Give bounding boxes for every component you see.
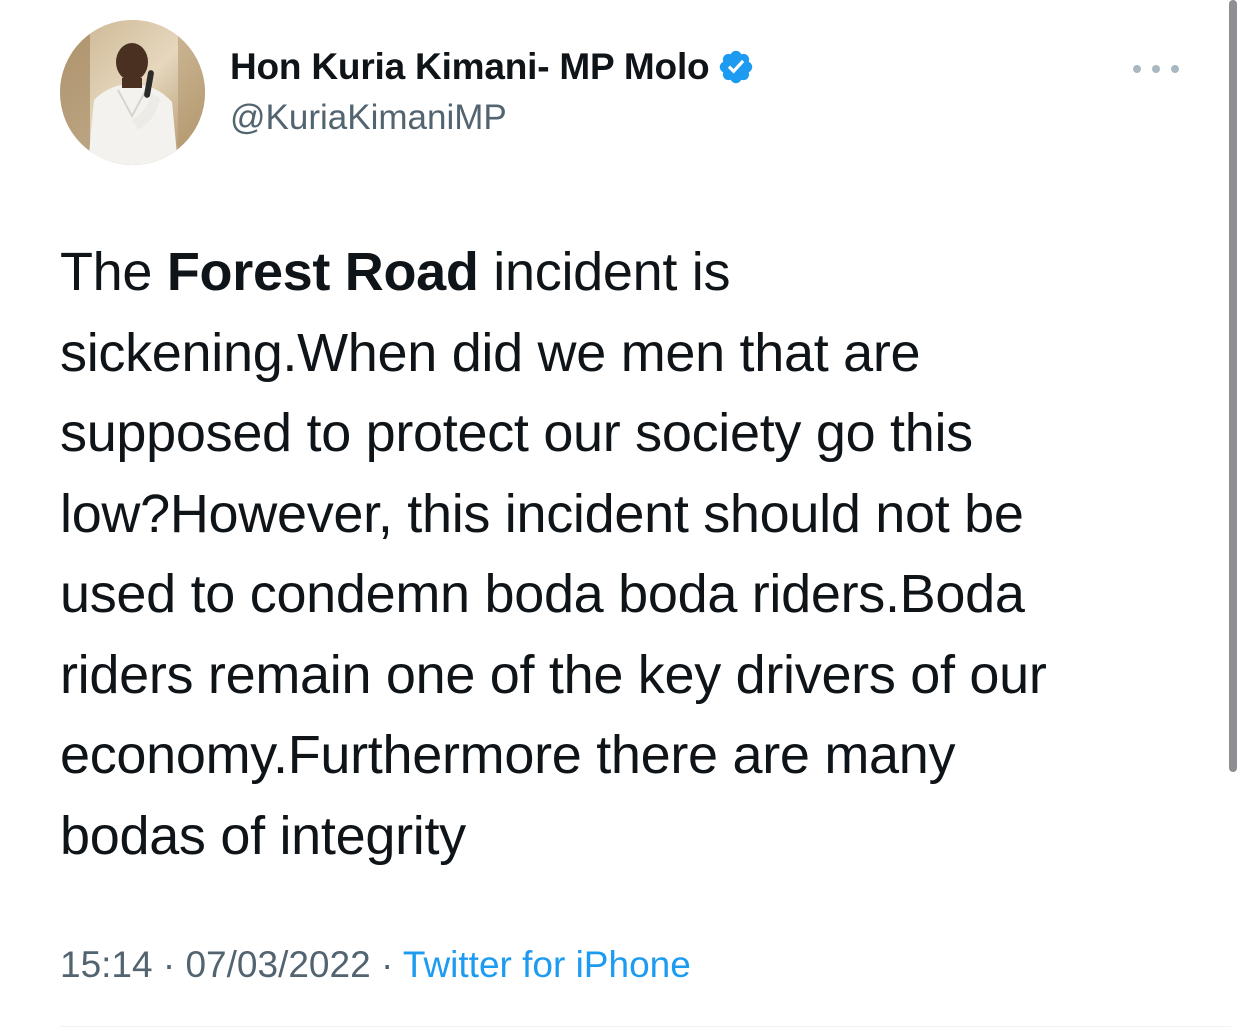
- tweet-line: sickening.When did we men that are: [60, 322, 921, 383]
- tweet: Hon Kuria Kimani- MP Molo @KuriaKimaniMP…: [0, 0, 1241, 1031]
- tweet-line: bodas of integrity: [60, 805, 466, 866]
- tweet-line: The Forest Road incident is: [60, 242, 731, 302]
- tweet-meta: 15:14 · 07/03/2022 · Twitter for iPhone: [60, 944, 691, 986]
- avatar[interactable]: [60, 20, 205, 165]
- tweet-line: low?However, this incident should not be: [60, 483, 1024, 544]
- author-name-row[interactable]: Hon Kuria Kimani- MP Molo: [230, 46, 755, 88]
- tweet-line: riders remain one of the key drivers of …: [60, 644, 1047, 705]
- tweet-line: used to condemn boda boda riders.Boda: [60, 564, 1025, 624]
- scrollbar-thumb[interactable]: [1229, 0, 1237, 772]
- more-dot: [1171, 65, 1179, 73]
- tweet-time[interactable]: 15:14: [60, 944, 153, 985]
- avatar-image: [60, 20, 205, 165]
- tweet-text: The Forest Road incident is sickening.Wh…: [60, 232, 1200, 876]
- display-name[interactable]: Hon Kuria Kimani- MP Molo: [230, 46, 710, 88]
- tweet-source-link[interactable]: Twitter for iPhone: [403, 944, 691, 985]
- meta-separator: ·: [370, 944, 403, 985]
- meta-separator: ·: [152, 944, 186, 985]
- tweet-date[interactable]: 07/03/2022: [185, 944, 370, 985]
- more-dot: [1133, 65, 1141, 73]
- scrollbar[interactable]: [1225, 0, 1241, 775]
- tweet-line: economy.Furthermore there are many: [60, 725, 956, 785]
- more-dot: [1152, 65, 1160, 73]
- author-handle[interactable]: @KuriaKimaniMP: [230, 98, 507, 138]
- hashtag-bold-text: Forest Road: [166, 242, 479, 302]
- tweet-line: supposed to protect our society go this: [60, 403, 973, 463]
- more-options-icon[interactable]: [1133, 56, 1179, 82]
- verified-badge-icon: [717, 48, 755, 86]
- divider: [60, 1026, 1231, 1027]
